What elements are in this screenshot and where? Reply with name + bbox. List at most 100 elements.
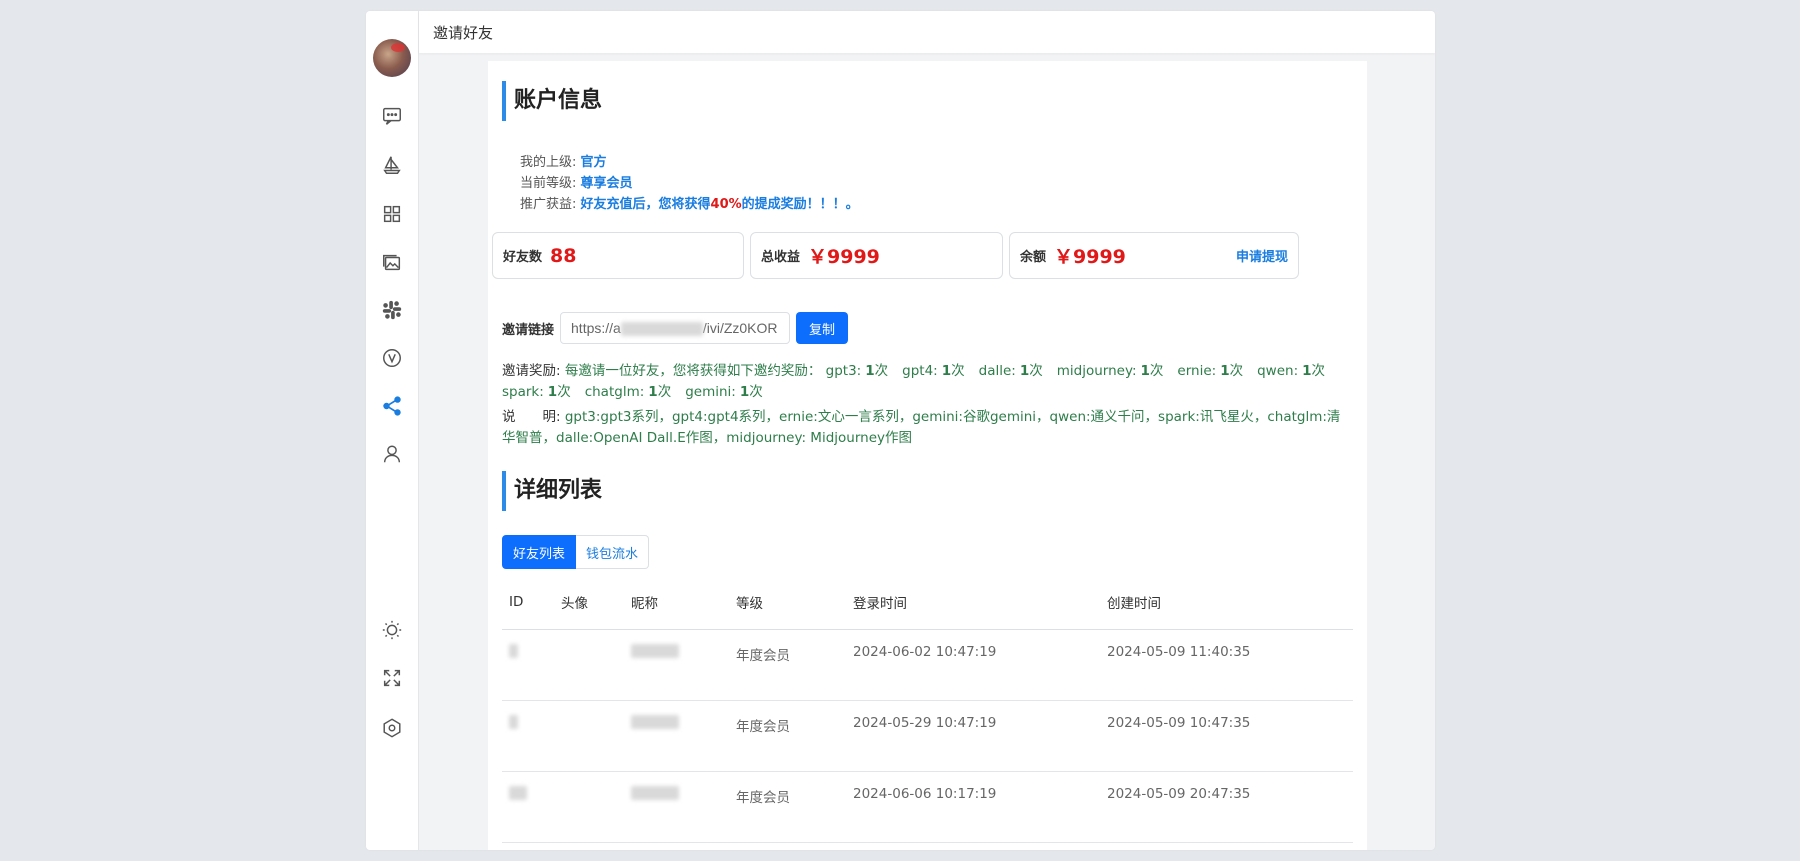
sidebar bbox=[366, 11, 419, 850]
friends-count-value: 88 bbox=[550, 244, 577, 267]
invite-link-suffix: /ivi/Zz0KOR bbox=[702, 320, 778, 336]
cell-nickname bbox=[624, 700, 729, 772]
col-avatar: 头像 bbox=[554, 574, 624, 630]
reward-item-name: spark: bbox=[502, 384, 544, 400]
account-info: 我的上级: 官方 当前等级: 尊享会员 推广获益: 好友充值后，您将获得40%的… bbox=[520, 152, 859, 215]
note-text: gpt3:gpt3系列，gpt4:gpt4系列，ernie:文心一言系列，gem… bbox=[502, 409, 1341, 446]
cell-nickname bbox=[624, 629, 729, 701]
invite-link-input[interactable]: https://a/ivi/Zz0KOR bbox=[560, 312, 791, 344]
reward-item-name: gpt3: bbox=[825, 363, 862, 379]
cell-login-time: 2024-06-02 10:47:19 bbox=[846, 629, 1100, 701]
reward-item-count: 1 bbox=[1140, 363, 1150, 379]
withdraw-link[interactable]: 申请提现 bbox=[1236, 246, 1288, 265]
cell-avatar bbox=[554, 629, 624, 701]
invite-link-prefix: https://a bbox=[571, 320, 621, 336]
reward-item-unit: 次 bbox=[557, 384, 571, 400]
redacted-nickname bbox=[631, 786, 679, 800]
app-window: 邀请好友 账户信息 我的上级: 官方 当前等级: 尊享会员 推广获益: 好友充值… bbox=[366, 11, 1435, 850]
reward-item-unit: 次 bbox=[1029, 363, 1043, 379]
copy-button[interactable]: 复制 bbox=[796, 312, 849, 344]
reward-label: 邀请奖励: bbox=[502, 363, 561, 379]
reward-item: gpt4: 1次 bbox=[902, 363, 964, 379]
cell-level: 年度会员 bbox=[729, 700, 846, 772]
user-icon[interactable] bbox=[366, 439, 418, 469]
chat-icon[interactable] bbox=[366, 101, 418, 131]
promo-percent: 40% bbox=[710, 197, 742, 212]
reward-item-count: 1 bbox=[1220, 363, 1230, 379]
reward-item-count: 1 bbox=[1302, 363, 1312, 379]
redacted-id bbox=[509, 786, 527, 800]
col-nickname: 昵称 bbox=[624, 574, 729, 630]
gallery-icon[interactable] bbox=[366, 248, 418, 278]
level-value: 尊享会员 bbox=[580, 176, 633, 191]
reward-item: gemini: 1次 bbox=[685, 384, 763, 400]
cell-created-time: 2024-05-09 10:47:35 bbox=[1100, 700, 1353, 772]
superior-label: 我的上级: bbox=[520, 155, 577, 170]
redacted-id bbox=[509, 644, 518, 658]
redacted-nickname bbox=[631, 644, 679, 658]
v-badge-icon[interactable] bbox=[366, 343, 418, 373]
level-row: 当前等级: 尊享会员 bbox=[520, 173, 859, 194]
table-row[interactable]: 年度会员 2024-05-29 10:47:19 2024-05-09 10:4… bbox=[502, 700, 1353, 772]
promo-prefix: 好友充值后，您将获得 bbox=[580, 197, 711, 212]
reward-item: qwen: 1次 bbox=[1257, 363, 1325, 379]
reward-item-count: 1 bbox=[547, 384, 558, 400]
total-income-card: 总收益 ￥9999 bbox=[750, 232, 1003, 279]
tab-friend-list[interactable]: 好友列表 bbox=[502, 535, 577, 569]
fullscreen-icon[interactable] bbox=[366, 663, 418, 693]
reward-item-name: gpt4: bbox=[902, 363, 938, 379]
reward-item: chatglm: 1次 bbox=[585, 384, 671, 400]
cell-avatar bbox=[554, 771, 624, 843]
balance-label: 余额 bbox=[1020, 250, 1047, 265]
col-level: 等级 bbox=[729, 574, 846, 630]
invite-link-label: 邀请链接 bbox=[502, 322, 555, 338]
reward-text: 每邀请一位好友，您将获得如下邀约奖励： bbox=[564, 363, 822, 379]
cell-id bbox=[502, 771, 554, 843]
reward-item-name: qwen: bbox=[1257, 363, 1299, 379]
reward-item-count: 1 bbox=[648, 384, 658, 400]
invite-reward: 邀请奖励: 每邀请一位好友，您将获得如下邀约奖励： gpt3: 1次 gpt4: 1次… bbox=[502, 361, 1352, 403]
page-title: 邀请好友 bbox=[433, 24, 494, 42]
account-section-title: 账户信息 bbox=[502, 81, 602, 121]
cell-login-time: 2024-05-29 10:47:19 bbox=[846, 700, 1100, 772]
cell-level: 年度会员 bbox=[729, 771, 846, 843]
cell-login-time: 2024-06-06 10:17:19 bbox=[846, 771, 1100, 843]
reward-item-name: chatglm: bbox=[584, 384, 645, 400]
col-id: ID bbox=[502, 574, 554, 630]
table-row[interactable]: 年度会员 2024-06-06 10:17:19 2024-05-09 20:4… bbox=[502, 771, 1353, 843]
avatar[interactable] bbox=[373, 39, 411, 77]
apps-grid-icon[interactable] bbox=[366, 199, 418, 229]
superior-row: 我的上级: 官方 bbox=[520, 152, 859, 173]
reward-item-unit: 次 bbox=[749, 384, 763, 400]
settings-hexagon-icon[interactable] bbox=[366, 713, 418, 743]
table-row[interactable]: 年度会员 2024-06-02 10:47:19 2024-05-09 11:4… bbox=[502, 629, 1353, 701]
friends-table: ID 头像 昵称 等级 登录时间 创建时间 年度会员 2024-06-02 10… bbox=[502, 574, 1353, 843]
sailboat-icon[interactable] bbox=[366, 150, 418, 180]
header: 邀请好友 bbox=[419, 11, 1435, 53]
cell-created-time: 2024-05-09 20:47:35 bbox=[1100, 771, 1353, 843]
promo-row: 推广获益: 好友充值后，您将获得40%的提成奖励！！！。 bbox=[520, 194, 859, 215]
reward-item-count: 1 bbox=[941, 363, 952, 379]
note-label: 说 明: bbox=[502, 409, 561, 425]
reward-item-count: 1 bbox=[1019, 363, 1030, 379]
reward-item-unit: 次 bbox=[1149, 363, 1164, 379]
reward-item: dalle: 1次 bbox=[979, 363, 1043, 379]
share-icon[interactable] bbox=[366, 391, 418, 421]
sun-icon[interactable] bbox=[366, 615, 418, 645]
cell-created-time: 2024-05-09 11:40:35 bbox=[1100, 629, 1353, 701]
friends-count-label: 好友数 bbox=[503, 250, 543, 265]
reward-item-name: ernie: bbox=[1177, 363, 1217, 379]
promo-label: 推广获益: bbox=[520, 197, 577, 212]
total-income-value: ￥9999 bbox=[808, 246, 880, 268]
friends-count-card: 好友数 88 bbox=[492, 232, 744, 279]
reward-item-name: gemini: bbox=[685, 384, 736, 400]
reward-item-unit: 次 bbox=[874, 363, 889, 379]
reward-item: midjourney: 1次 bbox=[1057, 363, 1164, 379]
slack-icon[interactable] bbox=[366, 295, 418, 325]
level-label: 当前等级: bbox=[520, 176, 577, 191]
table-header-row: ID 头像 昵称 等级 登录时间 创建时间 bbox=[502, 574, 1353, 630]
tab-wallet-flow[interactable]: 钱包流水 bbox=[576, 535, 650, 569]
note: 说 明: gpt3:gpt3系列，gpt4:gpt4系列，ernie:文心一言系… bbox=[502, 407, 1352, 449]
balance-value: ￥9999 bbox=[1054, 246, 1126, 268]
reward-item-name: dalle: bbox=[978, 363, 1016, 379]
